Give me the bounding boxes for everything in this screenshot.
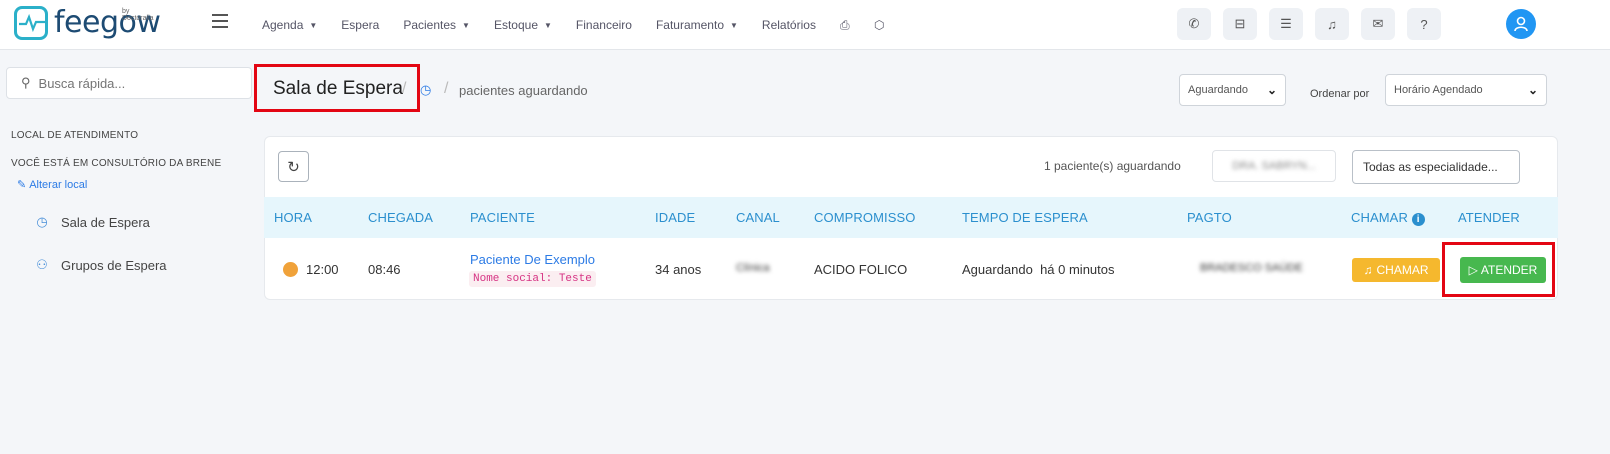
specialty-select[interactable]: Todas as especialidade... [1352, 150, 1520, 184]
waiting-count: 1 paciente(s) aguardando [1044, 159, 1181, 173]
nav-agenda[interactable]: Agenda ▼ [262, 18, 317, 32]
top-actions: ✆ ⊟ ☰ ♫ ✉ ? [1177, 8, 1453, 40]
breadcrumb-separator: / [444, 80, 449, 97]
bell-icon: ♫ [1363, 263, 1373, 277]
col-tempo-de-espera: TEMPO DE ESPERA [962, 210, 1088, 225]
location-section-title: LOCAL DE ATENDIMENTO [11, 130, 139, 141]
col-pagto: PAGTO [1187, 210, 1232, 225]
col-compromisso: COMPROMISSO [814, 210, 916, 225]
sidebar-item-grupos-de-espera[interactable]: ⚇ Grupos de Espera [35, 257, 166, 273]
help-icon[interactable]: ? [1407, 8, 1441, 40]
nav-relatorios[interactable]: Relatórios [762, 18, 816, 32]
col-canal: CANAL [736, 210, 780, 225]
logo-byline: by Doctoralia [122, 8, 154, 22]
breadcrumb: pacientes aguardando [459, 83, 588, 98]
clock-icon: ◷ [36, 214, 48, 229]
change-location-link[interactable]: ✎ Alterar local [17, 178, 87, 192]
social-name-badge: Nome social: Teste [469, 271, 596, 287]
row-chegada: 08:46 [368, 262, 401, 277]
phone-icon[interactable]: ✆ [1177, 8, 1211, 40]
top-navbar: feegow by Doctoralia Agenda ▼ Espera Paci… [0, 0, 1610, 50]
chevron-down-icon: ▼ [730, 20, 738, 30]
col-chegada: CHEGADA [368, 210, 433, 225]
doctor-filter[interactable]: DRA. SABRYN... [1212, 150, 1336, 182]
chamar-button[interactable]: ♫ CHAMAR [1352, 258, 1440, 282]
users-icon: ⚇ [36, 257, 48, 272]
search-input[interactable] [38, 75, 229, 91]
info-icon[interactable]: i [1411, 213, 1425, 226]
main-nav: Agenda ▼ Espera Pacientes ▼ Estoque ▼ Finan… [262, 0, 908, 50]
col-paciente: PACIENTE [470, 210, 535, 225]
inbox-icon[interactable]: ⊟ [1223, 8, 1257, 40]
sidebar-item-sala-de-espera[interactable]: ◷ Sala de Espera [35, 214, 150, 230]
chevron-down-icon: ▼ [309, 20, 318, 30]
col-idade: IDADE [655, 210, 696, 225]
menu-icon[interactable] [212, 14, 228, 28]
chevron-down-icon: ▼ [544, 20, 552, 30]
search-icon: ⚲ [21, 75, 31, 90]
patient-link[interactable]: Paciente De Exemplo [470, 252, 595, 267]
play-icon: ▷ [1468, 263, 1478, 277]
row-compromisso: ACIDO FOLICO [814, 262, 908, 277]
chat-icon[interactable]: ✉ [1361, 8, 1395, 40]
order-by-select[interactable]: Horário Agendado ⌄ [1385, 74, 1547, 106]
quick-search[interactable]: ⚲ [6, 67, 252, 99]
nav-estoque[interactable]: Estoque ▼ [494, 18, 552, 32]
nav-espera[interactable]: Espera [341, 18, 379, 32]
row-canal: Clínica [736, 262, 770, 274]
edit-icon: ✎ [17, 179, 27, 191]
feegow-logo[interactable]: feegow by Doctoralia [14, 6, 161, 40]
nav-financeiro[interactable]: Financeiro [576, 18, 632, 32]
cube-icon[interactable]: ⬡ [874, 19, 886, 31]
chevron-down-icon: ⌄ [1527, 83, 1538, 97]
status-face-icon [283, 262, 298, 277]
nav-faturamento[interactable]: Faturamento ▼ [656, 18, 738, 32]
user-avatar[interactable] [1506, 9, 1536, 39]
atender-button[interactable]: ▷ ATENDER [1460, 257, 1546, 283]
breadcrumb-separator: / [402, 80, 407, 97]
page-title: Sala de Espera [273, 78, 403, 99]
current-location: VOCÊ ESTÁ EM CONSULTÓRIO DA BRENE [11, 158, 222, 169]
clock-icon: ◷ [420, 82, 432, 97]
order-by-label: Ordenar por [1310, 88, 1370, 100]
chevron-down-icon: ⌄ [1266, 83, 1277, 97]
task-list-icon[interactable]: ☰ [1269, 8, 1303, 40]
nav-pacientes[interactable]: Pacientes ▼ [403, 18, 470, 32]
refresh-button[interactable]: ↻ [278, 151, 309, 182]
row-pagto: BRADESCO SAÚDE [1200, 262, 1303, 274]
printer-icon[interactable]: ⎙ [840, 19, 852, 31]
status-filter-select[interactable]: Aguardando ⌄ [1179, 74, 1286, 106]
row-hora: 12:00 [306, 262, 339, 277]
col-atender: ATENDER [1458, 210, 1520, 225]
logo-pulse-icon [14, 6, 48, 40]
chevron-down-icon: ▼ [462, 20, 470, 30]
col-hora: HORA [274, 210, 312, 225]
row-idade: 34 anos [655, 262, 702, 277]
refresh-icon: ↻ [287, 158, 300, 176]
row-tempo: Aguardando há 0 minutos [962, 262, 1115, 277]
bell-icon[interactable]: ♫ [1315, 8, 1349, 40]
col-chamar: CHAMAR i [1351, 210, 1425, 226]
